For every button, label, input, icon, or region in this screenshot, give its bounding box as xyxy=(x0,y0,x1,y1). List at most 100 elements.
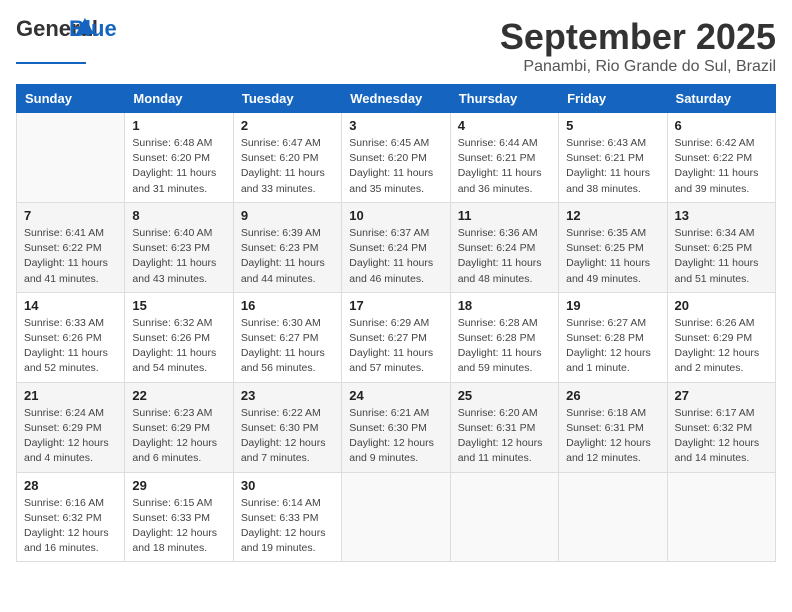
calendar-cell: 29 Sunrise: 6:15 AM Sunset: 6:33 PM Dayli… xyxy=(125,472,233,562)
day-info: Sunrise: 6:45 AM Sunset: 6:20 PM Dayligh… xyxy=(349,136,442,197)
calendar-cell: 13 Sunrise: 6:34 AM Sunset: 6:25 PM Dayli… xyxy=(667,202,775,292)
day-info: Sunrise: 6:32 AM Sunset: 6:26 PM Dayligh… xyxy=(132,316,225,377)
day-number: 12 xyxy=(566,208,659,223)
calendar-cell: 1 Sunrise: 6:48 AM Sunset: 6:20 PM Daylig… xyxy=(125,113,233,203)
week-row-1: 1 Sunrise: 6:48 AM Sunset: 6:20 PM Daylig… xyxy=(17,113,776,203)
calendar-cell: 11 Sunrise: 6:36 AM Sunset: 6:24 PM Dayli… xyxy=(450,202,558,292)
day-info: Sunrise: 6:40 AM Sunset: 6:23 PM Dayligh… xyxy=(132,226,225,287)
day-number: 7 xyxy=(24,208,117,223)
day-info: Sunrise: 6:30 AM Sunset: 6:27 PM Dayligh… xyxy=(241,316,334,377)
calendar-cell: 2 Sunrise: 6:47 AM Sunset: 6:20 PM Daylig… xyxy=(233,113,341,203)
calendar-cell: 6 Sunrise: 6:42 AM Sunset: 6:22 PM Daylig… xyxy=(667,113,775,203)
calendar-cell: 30Sunrise: 6:14 AM Sunset: 6:33 PM Dayli… xyxy=(233,472,341,562)
calendar-cell xyxy=(342,472,450,562)
day-info: Sunrise: 6:47 AM Sunset: 6:20 PM Dayligh… xyxy=(241,136,334,197)
calendar-cell: 28 Sunrise: 6:16 AM Sunset: 6:32 PM Dayli… xyxy=(17,472,125,562)
week-row-4: 21Sunrise: 6:24 AM Sunset: 6:29 PM Dayli… xyxy=(17,382,776,472)
day-number: 13 xyxy=(675,208,768,223)
calendar-cell xyxy=(559,472,667,562)
calendar-table: SundayMondayTuesdayWednesdayThursdayFrid… xyxy=(16,84,776,562)
day-number: 14 xyxy=(24,298,117,313)
calendar-cell: 21Sunrise: 6:24 AM Sunset: 6:29 PM Dayli… xyxy=(17,382,125,472)
header-thursday: Thursday xyxy=(450,85,558,113)
calendar-cell: 10Sunrise: 6:37 AM Sunset: 6:24 PM Dayli… xyxy=(342,202,450,292)
day-info: Sunrise: 6:24 AM Sunset: 6:29 PM Dayligh… xyxy=(24,406,117,467)
week-row-3: 14 Sunrise: 6:33 AM Sunset: 6:26 PM Dayli… xyxy=(17,292,776,382)
month-title: September 2025 xyxy=(500,16,776,58)
day-info: Sunrise: 6:33 AM Sunset: 6:26 PM Dayligh… xyxy=(24,316,117,377)
day-number: 25 xyxy=(458,388,551,403)
day-info: Sunrise: 6:15 AM Sunset: 6:33 PM Dayligh… xyxy=(132,496,225,557)
calendar-cell: 23 Sunrise: 6:22 AM Sunset: 6:30 PM Dayli… xyxy=(233,382,341,472)
day-number: 19 xyxy=(566,298,659,313)
day-info: Sunrise: 6:35 AM Sunset: 6:25 PM Dayligh… xyxy=(566,226,659,287)
day-info: Sunrise: 6:41 AM Sunset: 6:22 PM Dayligh… xyxy=(24,226,117,287)
location-subtitle: Panambi, Rio Grande do Sul, Brazil xyxy=(500,58,776,76)
day-info: Sunrise: 6:43 AM Sunset: 6:21 PM Dayligh… xyxy=(566,136,659,197)
day-number: 17 xyxy=(349,298,442,313)
calendar-cell: 24 Sunrise: 6:21 AM Sunset: 6:30 PM Dayli… xyxy=(342,382,450,472)
calendar-cell: 20 Sunrise: 6:26 AM Sunset: 6:29 PM Dayli… xyxy=(667,292,775,382)
calendar-cell: 14 Sunrise: 6:33 AM Sunset: 6:26 PM Dayli… xyxy=(17,292,125,382)
calendar-cell: 19 Sunrise: 6:27 AM Sunset: 6:28 PM Dayli… xyxy=(559,292,667,382)
logo: General Blue xyxy=(16,16,86,64)
day-number: 22 xyxy=(132,388,225,403)
calendar-cell: 15 Sunrise: 6:32 AM Sunset: 6:26 PM Dayli… xyxy=(125,292,233,382)
calendar-cell: 26 Sunrise: 6:18 AM Sunset: 6:31 PM Dayli… xyxy=(559,382,667,472)
day-info: Sunrise: 6:20 AM Sunset: 6:31 PM Dayligh… xyxy=(458,406,551,467)
day-number: 28 xyxy=(24,478,117,493)
day-number: 15 xyxy=(132,298,225,313)
calendar-cell xyxy=(17,113,125,203)
day-info: Sunrise: 6:44 AM Sunset: 6:21 PM Dayligh… xyxy=(458,136,551,197)
logo-icon xyxy=(76,18,94,34)
day-number: 10 xyxy=(349,208,442,223)
calendar-cell: 5 Sunrise: 6:43 AM Sunset: 6:21 PM Daylig… xyxy=(559,113,667,203)
header-row: SundayMondayTuesdayWednesdayThursdayFrid… xyxy=(17,85,776,113)
day-number: 26 xyxy=(566,388,659,403)
calendar-cell: 9Sunrise: 6:39 AM Sunset: 6:23 PM Daylig… xyxy=(233,202,341,292)
day-number: 1 xyxy=(132,118,225,133)
header-monday: Monday xyxy=(125,85,233,113)
calendar-cell: 12 Sunrise: 6:35 AM Sunset: 6:25 PM Dayli… xyxy=(559,202,667,292)
day-info: Sunrise: 6:36 AM Sunset: 6:24 PM Dayligh… xyxy=(458,226,551,287)
day-info: Sunrise: 6:34 AM Sunset: 6:25 PM Dayligh… xyxy=(675,226,768,287)
day-info: Sunrise: 6:39 AM Sunset: 6:23 PM Dayligh… xyxy=(241,226,334,287)
day-number: 2 xyxy=(241,118,334,133)
calendar-cell xyxy=(450,472,558,562)
day-number: 29 xyxy=(132,478,225,493)
day-info: Sunrise: 6:14 AM Sunset: 6:33 PM Dayligh… xyxy=(241,496,334,557)
day-info: Sunrise: 6:27 AM Sunset: 6:28 PM Dayligh… xyxy=(566,316,659,377)
day-number: 11 xyxy=(458,208,551,223)
day-number: 5 xyxy=(566,118,659,133)
day-info: Sunrise: 6:48 AM Sunset: 6:20 PM Dayligh… xyxy=(132,136,225,197)
day-number: 16 xyxy=(241,298,334,313)
day-info: Sunrise: 6:28 AM Sunset: 6:28 PM Dayligh… xyxy=(458,316,551,377)
calendar-cell: 25 Sunrise: 6:20 AM Sunset: 6:31 PM Dayli… xyxy=(450,382,558,472)
day-info: Sunrise: 6:18 AM Sunset: 6:31 PM Dayligh… xyxy=(566,406,659,467)
day-info: Sunrise: 6:22 AM Sunset: 6:30 PM Dayligh… xyxy=(241,406,334,467)
day-info: Sunrise: 6:42 AM Sunset: 6:22 PM Dayligh… xyxy=(675,136,768,197)
day-number: 23 xyxy=(241,388,334,403)
header-sunday: Sunday xyxy=(17,85,125,113)
calendar-cell xyxy=(667,472,775,562)
day-number: 6 xyxy=(675,118,768,133)
calendar-cell: 18 Sunrise: 6:28 AM Sunset: 6:28 PM Dayli… xyxy=(450,292,558,382)
day-info: Sunrise: 6:16 AM Sunset: 6:32 PM Dayligh… xyxy=(24,496,117,557)
week-row-5: 28 Sunrise: 6:16 AM Sunset: 6:32 PM Dayli… xyxy=(17,472,776,562)
day-info: Sunrise: 6:17 AM Sunset: 6:32 PM Dayligh… xyxy=(675,406,768,467)
title-area: September 2025 Panambi, Rio Grande do Su… xyxy=(500,16,776,76)
calendar-cell: 8Sunrise: 6:40 AM Sunset: 6:23 PM Daylig… xyxy=(125,202,233,292)
calendar-cell: 7 Sunrise: 6:41 AM Sunset: 6:22 PM Daylig… xyxy=(17,202,125,292)
calendar-cell: 22Sunrise: 6:23 AM Sunset: 6:29 PM Dayli… xyxy=(125,382,233,472)
day-number: 4 xyxy=(458,118,551,133)
day-number: 18 xyxy=(458,298,551,313)
day-number: 24 xyxy=(349,388,442,403)
day-number: 20 xyxy=(675,298,768,313)
day-info: Sunrise: 6:21 AM Sunset: 6:30 PM Dayligh… xyxy=(349,406,442,467)
calendar-cell: 27Sunrise: 6:17 AM Sunset: 6:32 PM Dayli… xyxy=(667,382,775,472)
day-info: Sunrise: 6:26 AM Sunset: 6:29 PM Dayligh… xyxy=(675,316,768,377)
calendar-cell: 17Sunrise: 6:29 AM Sunset: 6:27 PM Dayli… xyxy=(342,292,450,382)
week-row-2: 7 Sunrise: 6:41 AM Sunset: 6:22 PM Daylig… xyxy=(17,202,776,292)
header-wednesday: Wednesday xyxy=(342,85,450,113)
calendar-cell: 4 Sunrise: 6:44 AM Sunset: 6:21 PM Daylig… xyxy=(450,113,558,203)
